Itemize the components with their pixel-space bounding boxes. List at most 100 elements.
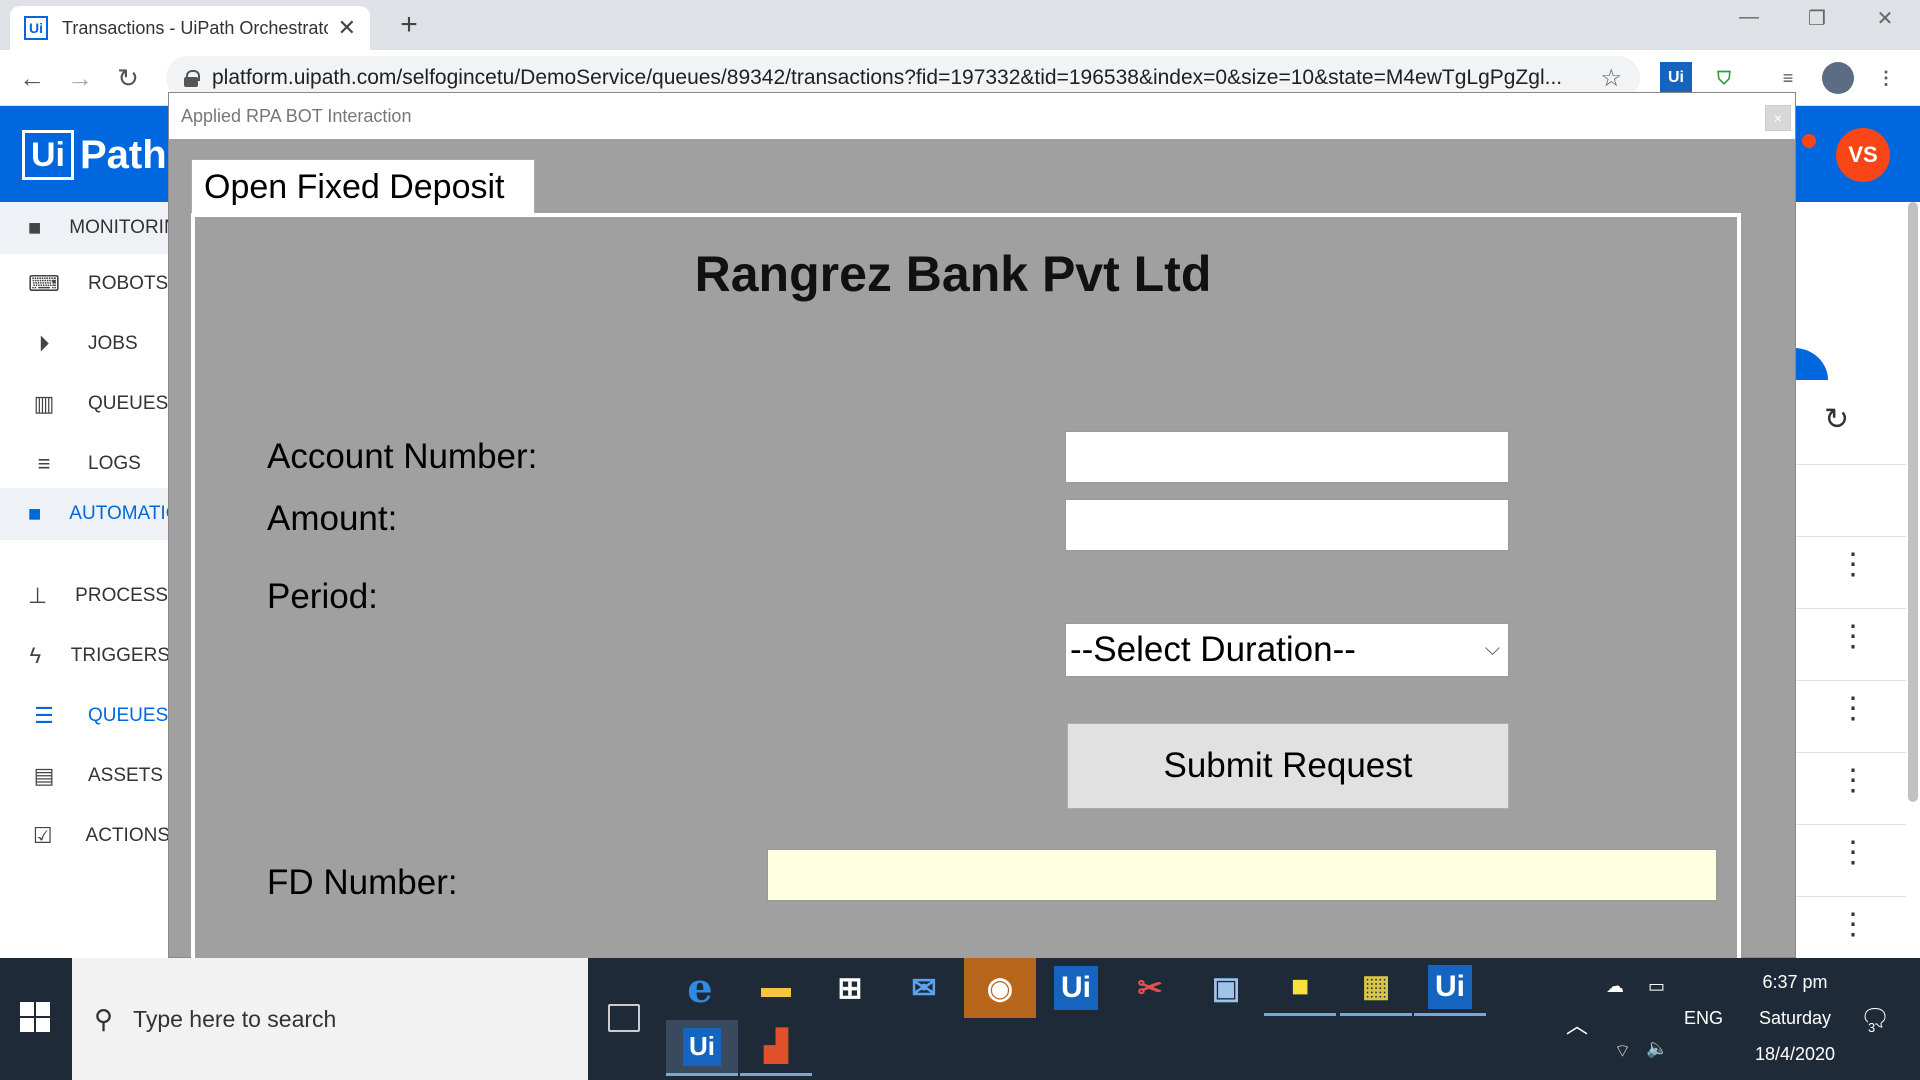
row-menu-icon[interactable]: ⋮	[1838, 766, 1868, 796]
window-app-icon[interactable]: ▣	[1190, 960, 1262, 1016]
account-number-input[interactable]	[1065, 431, 1509, 483]
sidebar-item-queues[interactable]: ☰ QUEUES	[0, 690, 170, 742]
excel-sheet-icon[interactable]: ▦	[1340, 960, 1412, 1016]
row-menu-icon[interactable]: ⋮	[1838, 910, 1868, 940]
refresh-icon[interactable]: ↻	[1824, 402, 1849, 437]
uipath-studio-icon[interactable]: Ui	[1054, 966, 1098, 1010]
sidebar-item-queues-monitoring[interactable]: ▥ QUEUES	[0, 378, 170, 430]
sidebar-item-assets[interactable]: ▤ ASSETS	[0, 750, 170, 802]
reload-icon[interactable]: ↻	[110, 60, 146, 96]
windows-start-icon[interactable]	[20, 1002, 50, 1032]
sidebar-item-actions[interactable]: ☑ ACTIONS	[0, 810, 170, 862]
period-selected-value: --Select Duration--	[1070, 630, 1356, 669]
file-explorer-icon[interactable]: ▬	[740, 960, 812, 1016]
robot-icon: ⌨	[28, 271, 60, 296]
back-icon[interactable]: ←	[14, 60, 50, 96]
assets-icon: ▤	[33, 763, 55, 788]
hierarchy-icon: ⊥	[28, 583, 48, 608]
fd-number-label: FD Number:	[267, 863, 458, 902]
row-divider	[1796, 464, 1906, 465]
onedrive-error-icon[interactable]: ☁	[1606, 976, 1624, 997]
sticky-notes-icon[interactable]: ■	[1264, 960, 1336, 1016]
forward-icon[interactable]: →	[62, 60, 98, 96]
battery-icon[interactable]: ▭	[1648, 976, 1665, 997]
uipath-extension-icon[interactable]: Ui	[1660, 62, 1692, 94]
shield-extension-icon[interactable]: ⛉	[1708, 62, 1740, 94]
window-close-button[interactable]: ✕	[1860, 6, 1910, 36]
chevron-down-icon: ⌵	[1484, 638, 1500, 660]
mail-icon[interactable]: ✉	[888, 960, 960, 1016]
bolt-icon: ϟ	[29, 643, 42, 668]
minimize-button[interactable]: —	[1724, 6, 1774, 36]
volume-icon[interactable]: 🔈	[1646, 1038, 1668, 1059]
sidebar-item-jobs[interactable]: ⏵ JOBS	[0, 318, 170, 370]
tab-open-fixed-deposit[interactable]: Open Fixed Deposit	[191, 159, 535, 215]
uipath-logo[interactable]: Ui Path	[22, 130, 167, 180]
user-avatar[interactable]: VS	[1836, 128, 1890, 182]
show-hidden-icons[interactable]: ︿	[1566, 1008, 1588, 1040]
transactions-actions-column	[1796, 380, 1906, 958]
play-icon: ⏵	[38, 331, 50, 356]
orchestrator-sidebar: ■ MONITORING ⌨ ROBOTS ⏵ JOBS ▥ QUEUES ≡ …	[0, 202, 170, 958]
lock-icon	[184, 70, 200, 87]
bank-title: Rangrez Bank Pvt Ltd	[694, 246, 1212, 302]
row-divider	[1796, 752, 1906, 753]
language-indicator[interactable]: ENG	[1684, 1008, 1723, 1029]
row-menu-icon[interactable]: ⋮	[1838, 550, 1868, 580]
taskbar-search[interactable]: ⚲ Type here to search	[72, 958, 588, 1080]
form-app-icon[interactable]: ▟	[740, 1020, 812, 1076]
sidebar-section-automations[interactable]: ■ AUTOMATIONS	[0, 488, 170, 540]
tab-close-icon[interactable]: ✕	[338, 15, 356, 41]
chart-icon: ▥	[33, 391, 55, 416]
page-scrollbar[interactable]	[1908, 202, 1918, 802]
search-placeholder: Type here to search	[133, 1005, 337, 1032]
new-tab-button[interactable]: +	[392, 8, 426, 42]
restore-button[interactable]: ❐	[1792, 6, 1842, 36]
notification-count-badge: 3	[1868, 1020, 1876, 1035]
chrome-icon[interactable]: ◉	[964, 958, 1036, 1018]
wifi-icon[interactable]: ⌔	[1614, 1040, 1631, 1063]
row-menu-icon[interactable]: ⋮	[1838, 694, 1868, 724]
microsoft-store-icon[interactable]: ⊞	[814, 960, 886, 1016]
browser-tab[interactable]: Ui Transactions - UiPath Orchestrator ✕	[10, 6, 370, 50]
task-view-icon[interactable]	[608, 1004, 640, 1032]
folder-icon: ■	[28, 501, 42, 526]
sidebar-section-monitoring[interactable]: ■ MONITORING	[0, 202, 170, 254]
sidebar-item-logs[interactable]: ≡ LOGS	[0, 438, 170, 490]
submit-request-button[interactable]: Submit Request	[1067, 723, 1509, 809]
row-divider	[1796, 536, 1906, 537]
media-queue-icon[interactable]: ≡	[1772, 62, 1804, 94]
amount-input[interactable]	[1065, 499, 1509, 551]
edge-browser-icon[interactable]: e	[664, 960, 736, 1016]
profile-avatar[interactable]	[1822, 62, 1854, 94]
dialog-titlebar: Applied RPA BOT Interaction ×	[169, 93, 1795, 139]
sidebar-item-robots[interactable]: ⌨ ROBOTS	[0, 258, 170, 310]
dialog-close-button[interactable]: ×	[1765, 105, 1791, 131]
browser-menu-icon[interactable]: ⋮	[1870, 62, 1902, 94]
search-icon: ⚲	[94, 1003, 114, 1034]
notification-badge	[1802, 134, 1816, 148]
sidebar-item-triggers[interactable]: ϟ TRIGGERS	[0, 630, 170, 682]
dialog-title: Applied RPA BOT Interaction	[181, 105, 412, 126]
fixed-deposit-form: Rangrez Bank Pvt Ltd Account Number: Amo…	[191, 213, 1741, 973]
amount-label: Amount:	[267, 499, 398, 538]
uipath-favicon-icon: Ui	[24, 16, 48, 40]
clock-time[interactable]: 6:37 pm	[1740, 972, 1850, 993]
row-divider	[1796, 608, 1906, 609]
sidebar-item-processes[interactable]: ⊥ PROCESSES	[0, 570, 170, 622]
snipping-tool-icon[interactable]: ✂	[1114, 960, 1186, 1016]
clock-date[interactable]: 18/4/2020	[1740, 1044, 1850, 1065]
browser-tab-strip: Ui Transactions - UiPath Orchestrator ✕ …	[0, 0, 1920, 50]
period-dropdown[interactable]: --Select Duration-- ⌵	[1065, 623, 1509, 677]
account-number-label: Account Number:	[267, 437, 538, 476]
row-menu-icon[interactable]: ⋮	[1838, 838, 1868, 868]
row-menu-icon[interactable]: ⋮	[1838, 622, 1868, 652]
action-center-icon[interactable]: 🗨	[1860, 1004, 1890, 1033]
rpa-bot-dialog: Applied RPA BOT Interaction × Open Fixed…	[168, 92, 1796, 973]
folder-icon: ■	[28, 215, 42, 240]
bookmark-star-icon[interactable]: ☆	[1600, 64, 1622, 93]
fd-number-output[interactable]	[767, 849, 1717, 901]
uipath-robot-icon[interactable]: Ui	[1414, 960, 1486, 1016]
clock-day[interactable]: Saturday	[1740, 1008, 1850, 1029]
uipath-assistant-icon[interactable]: Ui	[666, 1020, 738, 1076]
